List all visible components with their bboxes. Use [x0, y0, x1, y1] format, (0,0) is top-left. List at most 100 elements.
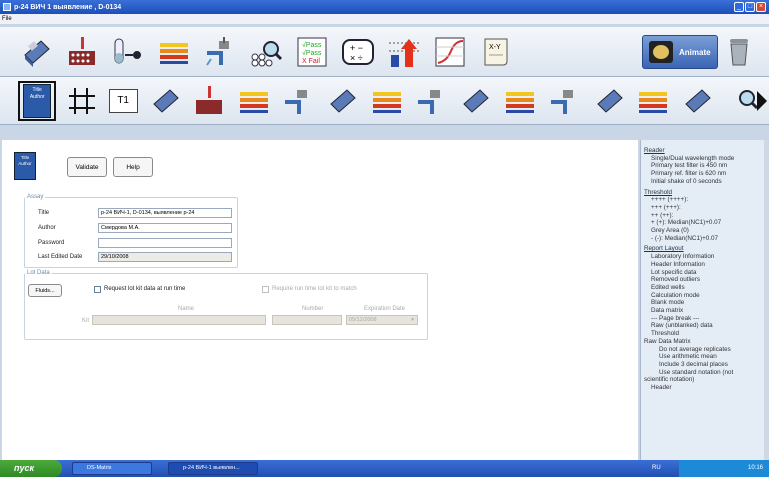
report-item: Initial shake of 0 seconds: [651, 177, 722, 185]
magnifier-wells-icon[interactable]: [725, 83, 759, 119]
t1-label: T1: [117, 95, 129, 106]
request-lot-label: Request lot kit data at run time: [104, 286, 186, 292]
plate-reader-icon[interactable]: [458, 83, 492, 119]
report-item: +++ (+++):: [651, 203, 681, 211]
pipette-wash-icon[interactable]: [281, 83, 315, 119]
plate-reader-icon[interactable]: [148, 83, 182, 119]
pipette-wash-icon[interactable]: [414, 83, 448, 119]
report-section-heading[interactable]: Reader: [644, 147, 761, 155]
close-button[interactable]: ×: [756, 2, 766, 12]
password-label: Password: [38, 240, 65, 246]
pipette-wash-icon[interactable]: [202, 34, 238, 70]
animate-label: Animate: [679, 47, 711, 57]
report-item: Use arithmetic mean: [659, 353, 717, 361]
author-label: Author: [38, 225, 56, 231]
taskbar-item-current[interactable]: р-24 ВИЧ-1 выявлен...: [168, 462, 258, 475]
language-indicator[interactable]: RU: [652, 460, 661, 477]
help-button[interactable]: Help: [113, 157, 153, 177]
report-item: Raw Data Matrix: [644, 337, 691, 345]
title-input[interactable]: р-24 ВИЧ-1, D-0134, выявление р-24: [98, 208, 232, 218]
film-reel-icon: [649, 41, 673, 63]
expiration-date-value: 05/12/2008: [349, 317, 377, 323]
test-tube-icon[interactable]: [110, 34, 146, 70]
svg-text:+ −: + −: [350, 43, 363, 53]
main-toolbar: √Pass √Pass X Fail + − × ÷ X-Y Animate: [0, 27, 769, 77]
plate-reader-icon[interactable]: [591, 83, 625, 119]
report-item: Header Information: [651, 260, 705, 268]
expiration-column-header: Expiration Date: [364, 306, 406, 312]
taskbar: пуск DS-Matrix р-24 ВИЧ-1 выявлен... RU …: [0, 460, 769, 477]
svg-text:× ÷: × ÷: [350, 53, 363, 63]
menu-bar: File: [0, 14, 769, 24]
kit-label: Kit: [82, 318, 90, 324]
chevron-down-icon: ▾: [411, 317, 414, 323]
system-tray: 10:16: [679, 460, 769, 477]
xy-label: X-Y: [489, 44, 501, 51]
report-item: - (-): Median(NC1)+0.07: [651, 234, 719, 242]
report-item: Use standard notation (not: [659, 368, 734, 376]
gradient-bars-icon[interactable]: [236, 83, 270, 119]
title-bar: р-24 ВИЧ 1 выявление , D-0134 _ □ ×: [0, 0, 769, 14]
request-lot-checkbox[interactable]: [94, 286, 101, 293]
taskbar-item-ds-matrix[interactable]: DS-Matrix: [72, 462, 152, 475]
require-lot-checkbox[interactable]: [262, 286, 269, 293]
t1-grid-icon[interactable]: [64, 83, 98, 119]
report-item: ++++ (++++):: [651, 196, 689, 204]
magnifier-wells-icon[interactable]: [248, 34, 284, 70]
pass-fail-icon[interactable]: √Pass √Pass X Fail: [294, 34, 330, 70]
author-input[interactable]: Смердова М.А.: [98, 223, 232, 233]
report-item: Header: [651, 384, 672, 392]
scroll-right-arrow-icon[interactable]: [757, 91, 767, 111]
report-item: + (+): Median(NC1)+0.07: [651, 219, 722, 227]
animate-button[interactable]: Animate: [642, 35, 718, 69]
report-layout-panel: Reader Single/Dual wavelength mode Primary…: [640, 140, 764, 460]
card-title-text: Title: [32, 86, 42, 93]
selected-step-box[interactable]: Title Author: [18, 80, 57, 121]
plate-pipette-icon[interactable]: [192, 83, 226, 119]
report-item: Primary ref. filter is 620 nm: [651, 170, 727, 178]
report-scrollbar[interactable]: [764, 140, 769, 460]
t1-step[interactable]: T1: [108, 88, 138, 113]
report-item: Edited wells: [651, 283, 685, 291]
xy-scroll-icon[interactable]: X-Y: [478, 34, 514, 70]
start-button[interactable]: пуск: [0, 460, 62, 477]
report-item: Raw (unblanked) data: [651, 322, 713, 330]
last-edited-label: Last Edited Date: [38, 254, 83, 260]
plate-reader-icon[interactable]: [18, 34, 54, 70]
threshold-arrow-icon[interactable]: [386, 34, 422, 70]
lot-data-legend: Lot Data: [27, 270, 50, 276]
maximize-button[interactable]: □: [745, 2, 755, 12]
report-section-heading[interactable]: Report Layout: [644, 245, 761, 253]
report-section-heading[interactable]: Threshold: [644, 189, 761, 197]
plate-reader-icon[interactable]: [680, 83, 714, 119]
expiration-date-select: 05/12/2008 ▾: [346, 315, 418, 325]
plate-pipette-icon[interactable]: [64, 34, 100, 70]
gradient-bars-icon[interactable]: [636, 83, 670, 119]
report-item: scientific notation): [644, 376, 695, 384]
number-column-header: Number: [302, 306, 324, 312]
title-label: Title: [38, 210, 50, 216]
clock: 10:16: [747, 465, 763, 471]
pipette-wash-icon[interactable]: [547, 83, 581, 119]
report-item: Primary test filter is 450 nm: [651, 162, 728, 170]
gradient-bars-icon[interactable]: [156, 34, 192, 70]
last-edited-input: 29/10/2008: [98, 252, 232, 262]
password-input[interactable]: [98, 238, 232, 248]
title-author-card: Title Author: [23, 83, 52, 118]
plate-reader-icon[interactable]: [325, 83, 359, 119]
curve-graph-icon[interactable]: [432, 34, 468, 70]
assay-legend: Assay: [27, 194, 44, 200]
calculator-icon[interactable]: + − × ÷: [340, 34, 376, 70]
gradient-bars-icon[interactable]: [369, 83, 403, 119]
lot-data-group: Lot Data: [24, 270, 428, 340]
validate-button[interactable]: Validate: [67, 157, 107, 177]
gradient-bars-icon[interactable]: [503, 83, 537, 119]
minimize-button[interactable]: _: [734, 2, 744, 12]
trash-icon[interactable]: [728, 37, 750, 67]
report-item: Lot specific data: [651, 268, 697, 276]
menu-file[interactable]: File: [2, 16, 12, 22]
svg-text:X Fail: X Fail: [302, 58, 320, 65]
svg-text:√Pass: √Pass: [302, 41, 322, 49]
main-panel: Title Author Validate Help Assay Title р…: [2, 140, 638, 460]
fluids-button[interactable]: Fluids...: [28, 284, 62, 297]
